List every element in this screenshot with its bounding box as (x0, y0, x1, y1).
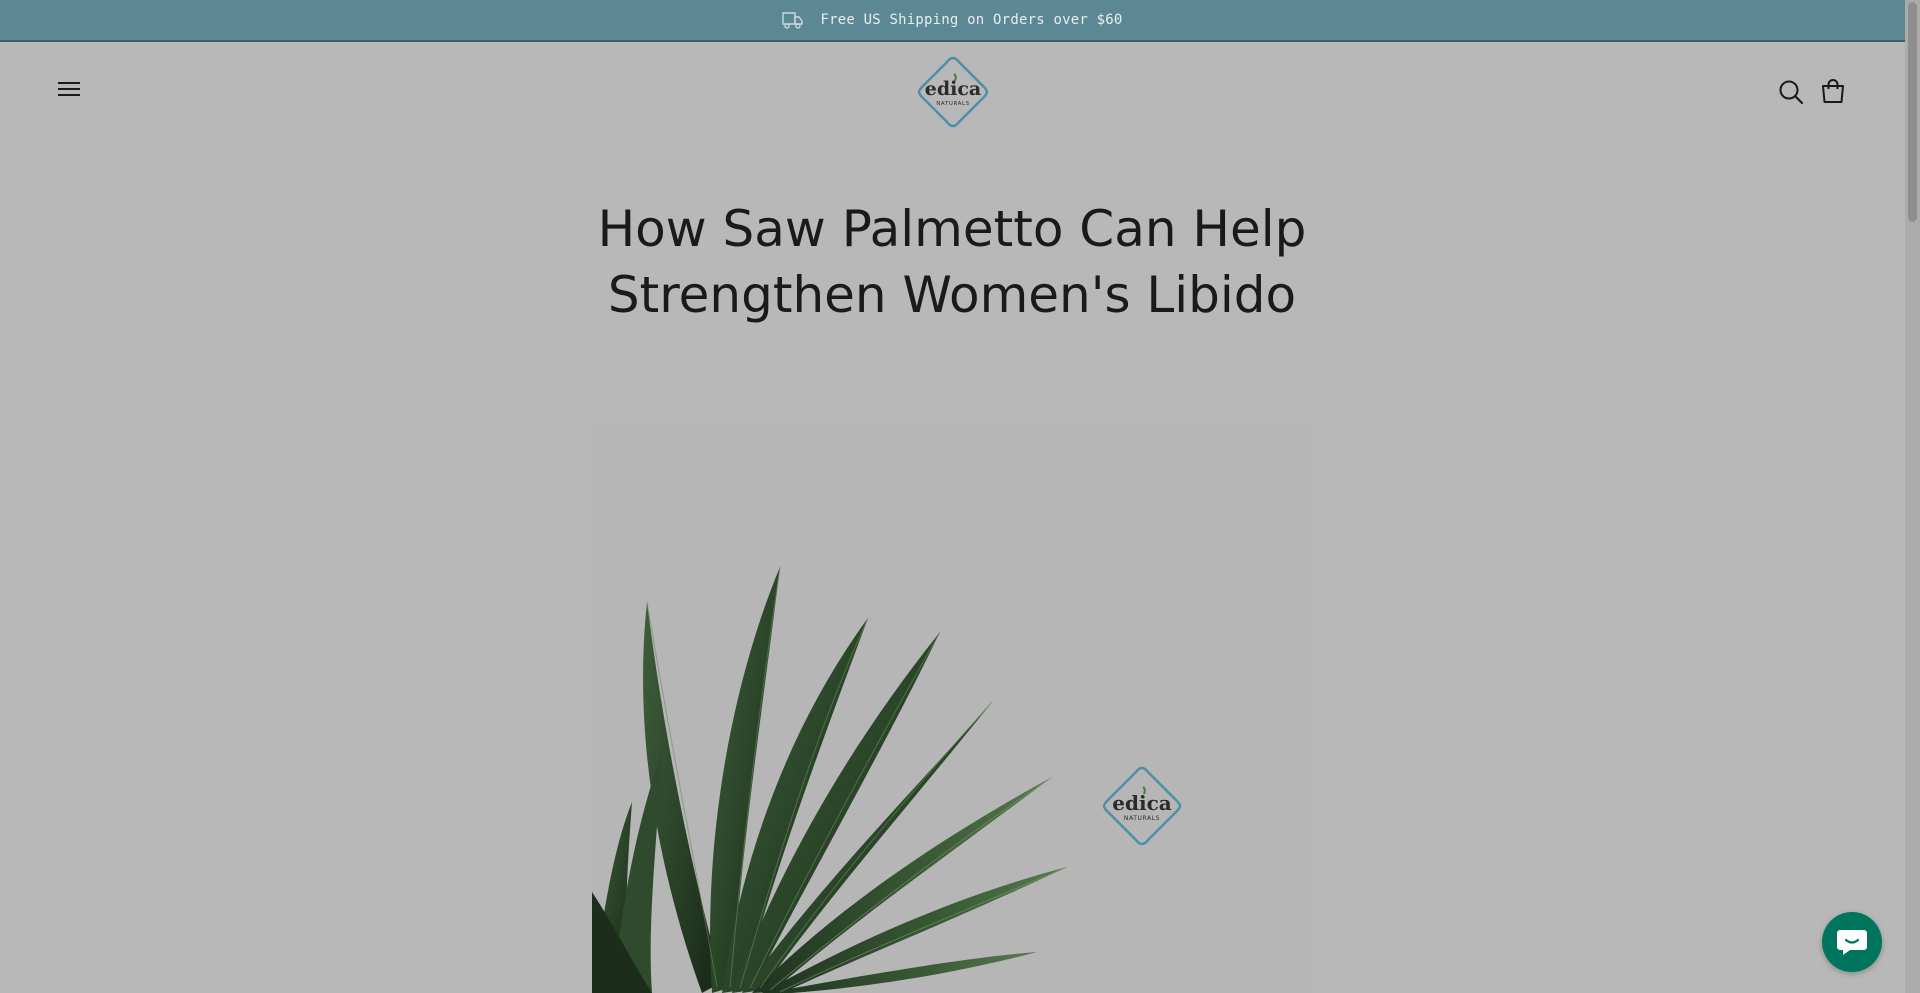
site-header: edica NATURALS (0, 42, 1905, 142)
chat-bubble-icon[interactable] (1822, 912, 1882, 972)
scrollbar[interactable] (1905, 0, 1920, 993)
article-title: How Saw Palmetto Can Help Strengthen Wom… (597, 200, 1307, 324)
logo-wordmark: edica (925, 78, 981, 100)
image-logo-wordmark: edica (1112, 791, 1171, 815)
shopping-bag-icon[interactable] (1820, 78, 1846, 104)
announcement-text[interactable]: Free US Shipping on Orders over $60 (820, 12, 1122, 28)
truck-icon (782, 10, 804, 30)
featured-image: edica NATURALS (592, 422, 1312, 993)
page: Free US Shipping on Orders over $60 edic… (0, 0, 1920, 993)
scrollbar-thumb[interactable] (1908, 2, 1917, 222)
hamburger-menu-icon[interactable] (56, 79, 82, 99)
search-icon[interactable] (1778, 79, 1804, 105)
saw-palmetto-leaves (592, 566, 1068, 993)
site-logo[interactable]: edica NATURALS (916, 55, 990, 129)
image-logo: edica NATURALS (1102, 766, 1182, 846)
logo-subtext: NATURALS (936, 101, 970, 107)
announcement-bar: Free US Shipping on Orders over $60 (0, 0, 1905, 42)
image-logo-subtext: NATURALS (1124, 815, 1160, 822)
